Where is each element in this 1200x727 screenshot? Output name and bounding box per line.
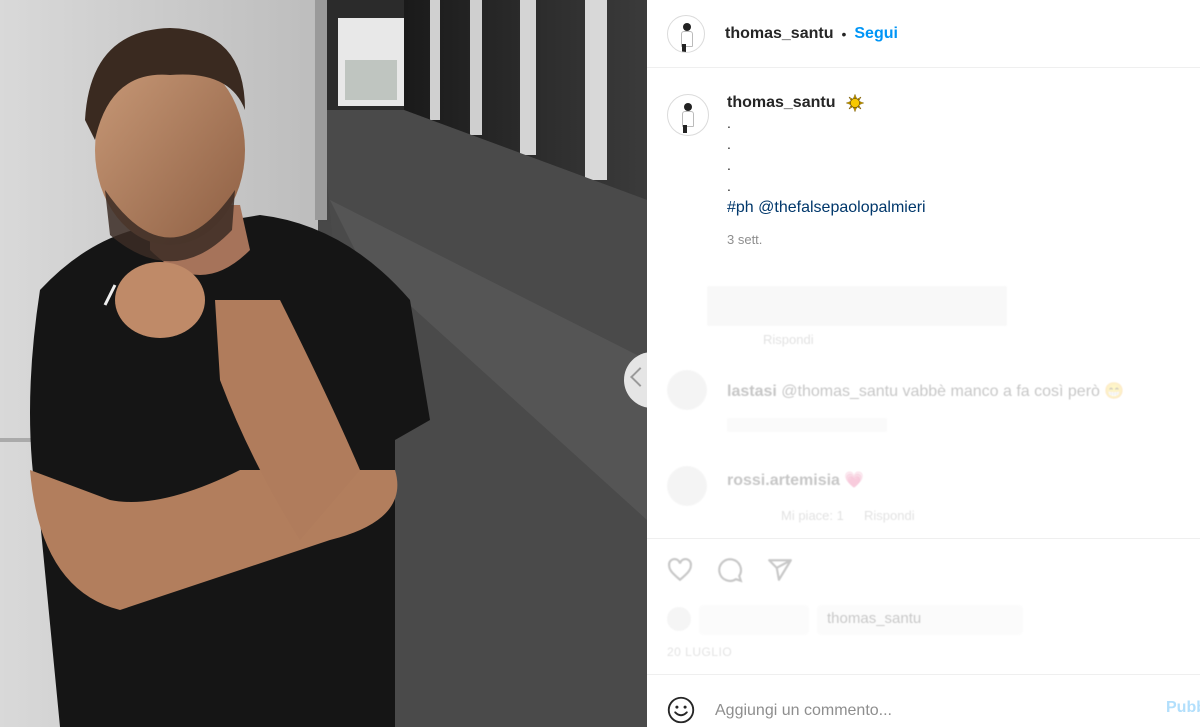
caption-tags: #ph @thefalsepaolopalmieri: [727, 197, 1187, 219]
post-photo[interactable]: [0, 0, 647, 727]
caption-username[interactable]: thomas_santu: [727, 94, 835, 112]
follow-button[interactable]: Segui: [854, 25, 898, 43]
caption-line: .: [727, 136, 731, 153]
comment-list: Rispondi lastasi @thomas_santu vabbè man…: [647, 268, 1200, 538]
comment-placeholder: [707, 286, 1007, 326]
mention-link[interactable]: @thefalsepaolopalmieri: [758, 199, 925, 216]
share-icon[interactable]: [767, 557, 793, 583]
actions-faded: thomas_santu 20 LUGLIO: [647, 539, 1200, 674]
hashtag-link[interactable]: #ph: [727, 199, 754, 216]
comment-username[interactable]: rossi.artemisia: [727, 472, 840, 489]
publish-button[interactable]: Pubblica: [1166, 699, 1200, 717]
caption-line: .: [727, 178, 731, 195]
emoji-icon[interactable]: [667, 696, 695, 724]
post-panel: thomas_santu • Segui thomas_santu . . . …: [647, 0, 1200, 727]
likes-placeholder: [699, 605, 809, 635]
chevron-left-icon: [630, 367, 647, 387]
comment-item: lastasi @thomas_santu vabbè manco a fa c…: [727, 381, 1124, 401]
comment-meta-placeholder: [727, 418, 887, 432]
comment-avatar[interactable]: [667, 466, 707, 506]
post-username[interactable]: thomas_santu: [725, 25, 833, 43]
avatar[interactable]: [667, 14, 705, 53]
likes-text[interactable]: thomas_santu: [827, 610, 921, 627]
post-header: thomas_santu • Segui: [647, 0, 1200, 68]
liker-avatar[interactable]: [667, 607, 691, 631]
caption-line: .: [727, 115, 731, 132]
reply-link[interactable]: Rispondi: [763, 332, 814, 347]
comment-text: @thomas_santu vabbè manco a fa così però…: [781, 383, 1125, 400]
comment-username[interactable]: lastasi: [727, 383, 777, 400]
comment-item: rossi.artemisia 💗: [727, 470, 864, 490]
separator-dot: •: [841, 25, 847, 42]
comment-input[interactable]: [715, 699, 1115, 723]
post-actions: thomas_santu 20 LUGLIO: [647, 538, 1200, 674]
comment-avatar[interactable]: [667, 370, 707, 410]
reply-link[interactable]: Rispondi: [864, 508, 915, 523]
caption-line: .: [727, 157, 731, 174]
comment-icon[interactable]: [717, 557, 743, 583]
photo-scene: [0, 0, 647, 727]
post-date: 20 LUGLIO: [667, 645, 733, 659]
comment-likes[interactable]: Mi piace: 1: [781, 508, 844, 523]
caption-time: 3 sett.: [727, 232, 763, 248]
comment-composer: Pubblica: [647, 674, 1200, 727]
heart-icon[interactable]: [667, 557, 693, 583]
caption-dots: . . . .: [727, 113, 1187, 197]
sun-icon: [845, 94, 864, 112]
comment-text: 💗: [844, 472, 865, 489]
caption-avatar[interactable]: [667, 94, 709, 136]
caption-body: thomas_santu . . . . #ph @thefalsepaolop…: [727, 94, 1187, 247]
